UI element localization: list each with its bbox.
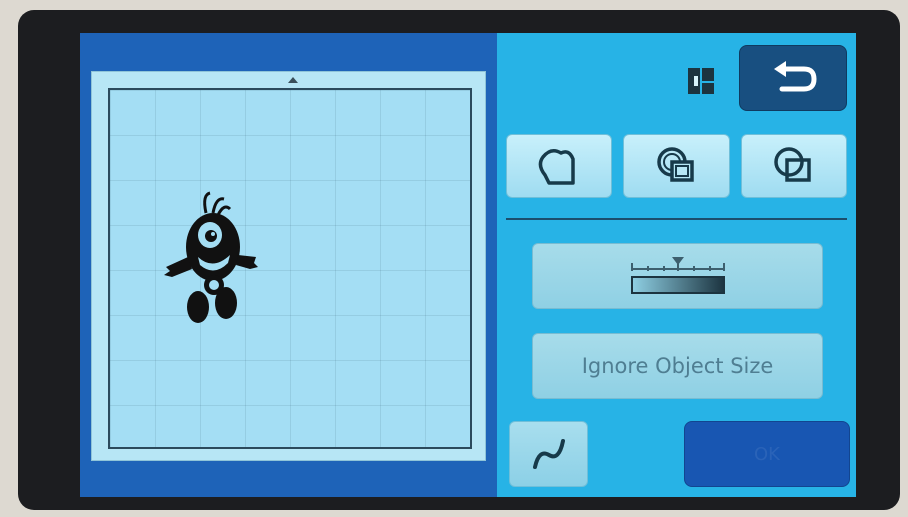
ignore-object-size-button[interactable]: Ignore Object Size xyxy=(532,333,823,399)
distance-slider-button[interactable] xyxy=(532,243,823,309)
curve-button[interactable] xyxy=(509,421,588,487)
outline-shape-icon xyxy=(538,149,575,185)
cutting-mat xyxy=(108,88,472,449)
distance-slider-icon xyxy=(630,257,725,294)
overlap-shapes-button[interactable] xyxy=(741,134,847,198)
layout-toggle-icon xyxy=(688,68,714,94)
ok-button[interactable]: OK xyxy=(684,421,850,487)
mat-origin-arrow-icon xyxy=(288,77,298,83)
controls-pane: Ignore Object Size OK xyxy=(497,33,856,497)
overlapping-squares-icon xyxy=(774,147,811,182)
offset-overlap-button[interactable] xyxy=(623,134,730,198)
outline-shape-button[interactable] xyxy=(506,134,612,198)
back-button[interactable] xyxy=(739,45,847,111)
mat-preview-pane xyxy=(80,33,497,497)
offset-overlap-icon xyxy=(656,147,694,182)
monster-cut-shape[interactable] xyxy=(158,185,258,325)
section-divider xyxy=(506,218,847,220)
curve-icon xyxy=(532,439,565,469)
return-arrow-icon xyxy=(774,61,817,92)
layout-toggle-button[interactable] xyxy=(679,63,723,99)
touch-screen: Ignore Object Size OK xyxy=(80,33,856,497)
mat-frame xyxy=(91,71,486,461)
